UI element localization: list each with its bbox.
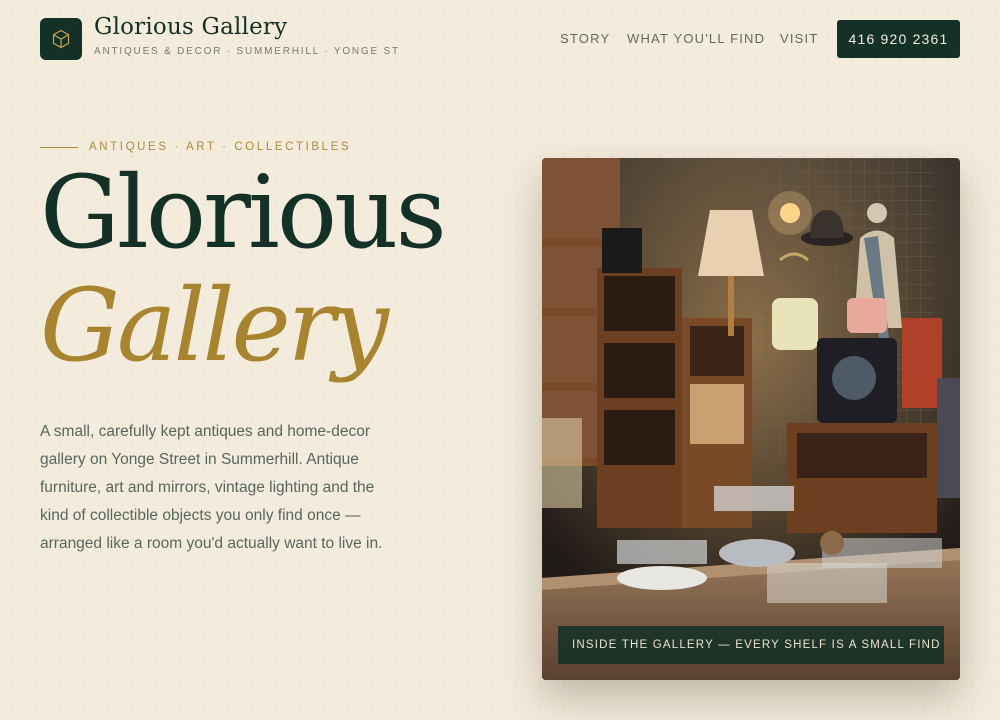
- hero-title-line2: Gallery: [40, 267, 389, 384]
- brand-name[interactable]: Glorious Gallery: [94, 14, 287, 40]
- site-header: Glorious Gallery ANTIQUES & DECOR · SUMM…: [0, 0, 1000, 80]
- geometric-cube-logo-icon: [52, 29, 70, 49]
- logo[interactable]: [40, 18, 82, 60]
- brand-tagline: ANTIQUES & DECOR · SUMMERHILL · YONGE ST: [94, 46, 400, 57]
- nav-link-story[interactable]: STORY: [560, 31, 610, 46]
- nav-link-visit[interactable]: VISIT: [780, 31, 819, 46]
- photo-caption: INSIDE THE GALLERY — EVERY SHELF IS A SM…: [558, 626, 944, 664]
- hero-intro-text: A small, carefully kept antiques and hom…: [40, 423, 383, 552]
- eyebrow-divider: [40, 147, 78, 148]
- nav-link-what-youll-find[interactable]: WHAT YOU'LL FIND: [627, 31, 765, 46]
- hero-title-line1: Glorious: [40, 154, 447, 271]
- phone-call-button[interactable]: 416 920 2361: [837, 20, 960, 58]
- gallery-interior-photo: INSIDE THE GALLERY — EVERY SHELF IS A SM…: [542, 158, 960, 680]
- hero-eyebrow: ANTIQUES · ART · COLLECTIBLES: [89, 141, 352, 153]
- gallery-interior-illustration: [542, 158, 960, 680]
